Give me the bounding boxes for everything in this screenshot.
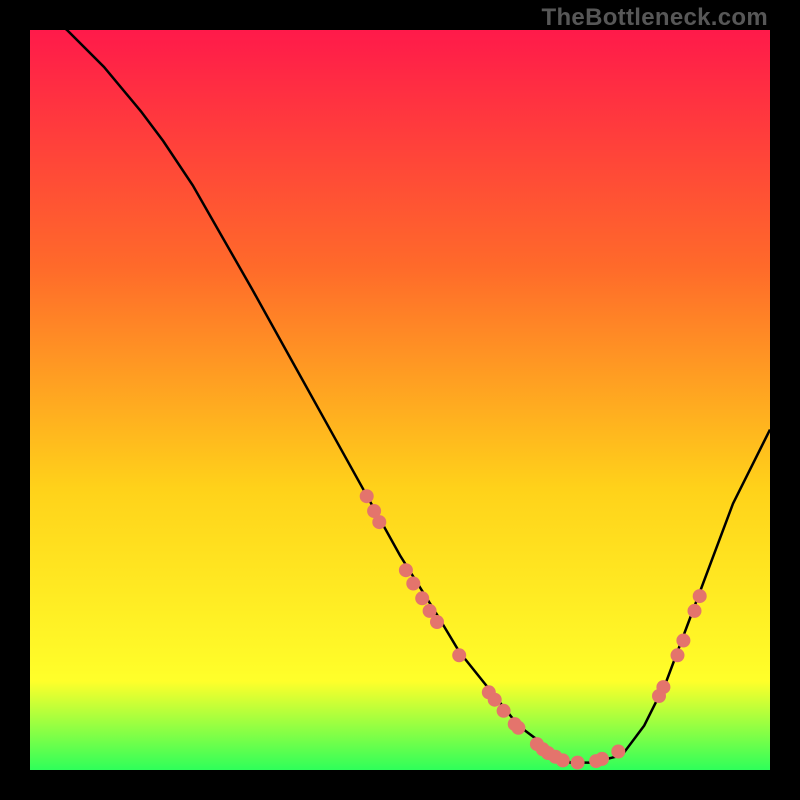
data-point bbox=[571, 756, 585, 770]
gradient-background bbox=[30, 30, 770, 770]
data-point bbox=[693, 589, 707, 603]
data-point bbox=[511, 721, 525, 735]
data-point bbox=[595, 752, 609, 766]
data-point bbox=[497, 704, 511, 718]
data-point bbox=[688, 604, 702, 618]
data-point bbox=[372, 515, 386, 529]
data-point bbox=[415, 591, 429, 605]
data-point bbox=[430, 615, 444, 629]
data-point bbox=[556, 753, 570, 767]
data-point bbox=[676, 634, 690, 648]
data-point bbox=[406, 577, 420, 591]
data-point bbox=[452, 648, 466, 662]
data-point bbox=[399, 563, 413, 577]
data-point bbox=[488, 693, 502, 707]
data-point bbox=[611, 745, 625, 759]
chart-plot-area bbox=[30, 30, 770, 770]
data-point bbox=[656, 680, 670, 694]
chart-svg bbox=[30, 30, 770, 770]
data-point bbox=[360, 489, 374, 503]
data-point bbox=[671, 648, 685, 662]
watermark-text: TheBottleneck.com bbox=[542, 4, 768, 32]
